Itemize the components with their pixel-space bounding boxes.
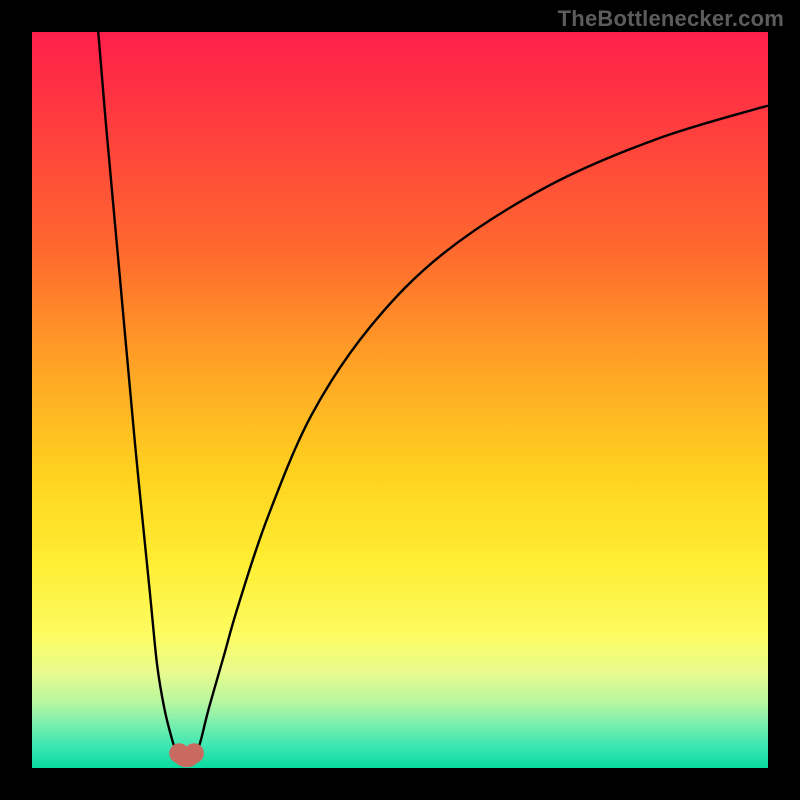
chart-svg [32, 32, 768, 768]
right-curve [194, 106, 768, 754]
valley-node-right [184, 743, 204, 763]
watermark-text: TheBottlenecker.com [558, 6, 784, 32]
chart-area [32, 32, 768, 768]
left-curve [98, 32, 179, 753]
